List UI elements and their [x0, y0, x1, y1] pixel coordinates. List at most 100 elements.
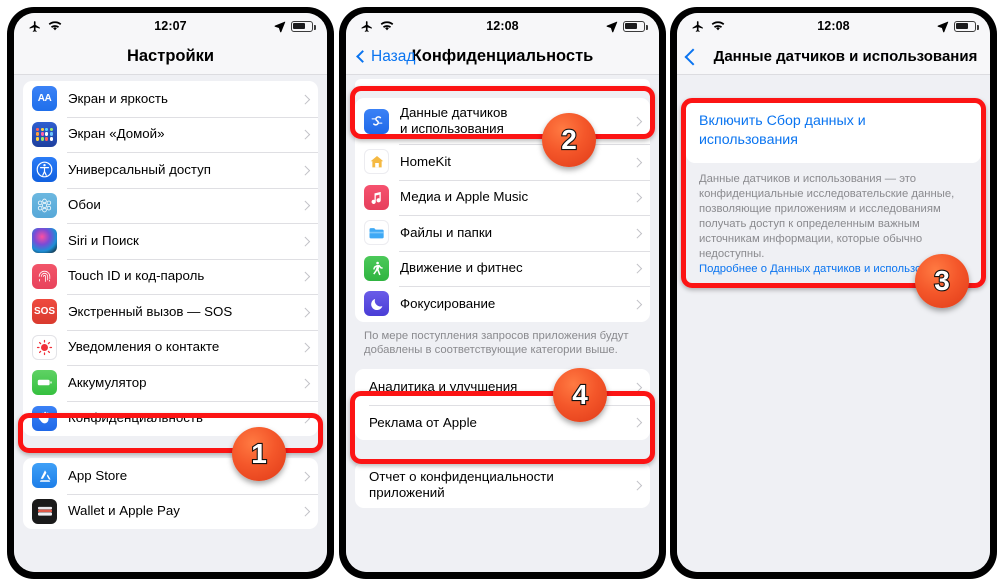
chevron-right-icon — [632, 382, 642, 392]
row-label: Движение и фитнес — [400, 260, 523, 276]
sidebar-item-contact-notification[interactable]: Уведомления о контакте — [23, 329, 318, 366]
battery-icon — [954, 20, 979, 32]
wallet-icon — [32, 498, 57, 524]
home-screen-icon — [32, 121, 57, 147]
chevron-right-icon — [632, 228, 642, 238]
back-label: Назад — [371, 47, 416, 65]
sidebar-item-accessibility[interactable]: Универсальный доступ — [23, 152, 318, 188]
chevron-right-icon — [300, 236, 310, 246]
screen-settings: 12:07 Настройки AA Экран и яркость Экран… — [14, 13, 327, 572]
page-title: Настройки — [126, 47, 215, 65]
badge-number: 1 — [250, 438, 268, 469]
badge-number: 4 — [571, 379, 589, 410]
wallpaper-icon — [32, 192, 57, 218]
media-music-icon — [364, 184, 389, 210]
focus-icon — [364, 291, 389, 317]
status-bar: 12:08 — [677, 13, 990, 39]
siri-icon — [32, 228, 57, 254]
nav-bar-privacy: Назад Конфиденциальность — [346, 39, 659, 75]
settings-list[interactable]: AA Экран и яркость Экран «Домой» Универс… — [14, 75, 327, 572]
sensor-usage-icon — [364, 108, 389, 134]
sos-icon: SOS — [32, 299, 57, 325]
step-badge-1: 1 — [232, 427, 286, 481]
row-label: Обои — [68, 197, 101, 213]
display-brightness-icon: AA — [32, 86, 57, 112]
settings-group-1: AA Экран и яркость Экран «Домой» Универс… — [23, 81, 318, 436]
list-item-sensor-usage[interactable]: Данные датчиков и использования — [355, 98, 650, 144]
chevron-right-icon — [300, 378, 310, 388]
status-bar-time: 12:07 — [154, 19, 187, 33]
privacy-group-2: Аналитика и улучшения Реклама от Apple — [355, 369, 650, 441]
row-label: Wallet и Apple Pay — [68, 503, 180, 519]
sidebar-item-sos[interactable]: SOS Экстренный вызов — SOS — [23, 294, 318, 330]
chevron-right-icon — [300, 129, 310, 139]
phone-frame-privacy: 12:08 Назад Конфиденциальность Данные да… — [340, 8, 665, 578]
screen-privacy: 12:08 Назад Конфиденциальность Данные да… — [346, 13, 659, 572]
badge-number: 2 — [560, 124, 578, 155]
chevron-right-icon — [300, 165, 310, 175]
list-item-files-folders[interactable]: Файлы и папки — [355, 215, 650, 251]
app-store-icon — [32, 463, 57, 489]
chevron-right-icon — [300, 200, 310, 210]
motion-fitness-icon — [364, 255, 389, 281]
files-folders-icon — [364, 220, 389, 246]
sidebar-item-touch-id[interactable]: Touch ID и код-пароль — [23, 258, 318, 295]
chevron-left-icon — [684, 48, 702, 65]
battery-settings-icon — [32, 370, 57, 396]
status-bar: 12:07 — [14, 13, 327, 39]
chevron-right-icon — [300, 413, 310, 423]
row-label: Фокусирование — [400, 295, 496, 311]
row-label: Аккумулятор — [68, 374, 147, 390]
sidebar-item-display[interactable]: AA Экран и яркость — [23, 81, 318, 117]
list-item-apple-ads[interactable]: Реклама от Apple — [355, 404, 650, 441]
list-item-media-music[interactable]: Медиа и Apple Music — [355, 179, 650, 216]
chevron-right-icon — [300, 506, 310, 516]
chevron-right-icon — [300, 342, 310, 352]
status-bar: 12:08 — [346, 13, 659, 39]
chevron-right-icon — [632, 116, 642, 126]
sidebar-item-home-screen[interactable]: Экран «Домой» — [23, 116, 318, 153]
enable-collection-link[interactable]: Включить Сбор данных и использования — [699, 112, 968, 150]
privacy-group-1: Данные датчиков и использования HomeKit — [355, 98, 650, 322]
row-label: Экран и яркость — [68, 90, 168, 106]
nav-bar-sensor-usage: Данные датчиков и использования — [677, 39, 990, 75]
badge-number: 3 — [933, 265, 951, 296]
chevron-right-icon — [300, 94, 310, 104]
list-item-motion-fitness[interactable]: Движение и фитнес — [355, 250, 650, 287]
sensor-usage-description: Данные датчиков и использования — это ко… — [699, 172, 955, 260]
sidebar-item-battery[interactable]: Аккумулятор — [23, 365, 318, 401]
sensor-usage-content: Включить Сбор данных и использования Дан… — [677, 75, 990, 572]
privacy-group-3: Отчет о конфиденциальности приложений — [355, 462, 650, 509]
chevron-right-icon — [632, 299, 642, 309]
chevron-right-icon — [632, 418, 642, 428]
row-label: Медиа и Apple Music — [400, 189, 529, 205]
row-label: Уведомления о контакте — [68, 339, 220, 355]
chevron-right-icon — [632, 157, 642, 167]
row-label: Экран «Домой» — [68, 126, 165, 142]
list-item-focus[interactable]: Фокусирование — [355, 286, 650, 322]
touch-id-icon — [32, 263, 57, 289]
back-button[interactable]: Назад — [356, 47, 416, 66]
list-item-app-privacy-report[interactable]: Отчет о конфиденциальности приложений — [355, 462, 650, 508]
back-button[interactable] — [684, 48, 702, 65]
step-badge-3: 3 — [915, 254, 969, 308]
phone-frame-settings: 12:07 Настройки AA Экран и яркость Экран… — [8, 8, 333, 578]
sidebar-item-siri[interactable]: Siri и Поиск — [23, 223, 318, 259]
privacy-list[interactable]: Данные датчиков и использования HomeKit — [346, 75, 659, 572]
row-label: Универсальный доступ — [68, 161, 211, 177]
list-item-homekit[interactable]: HomeKit — [355, 144, 650, 180]
battery-icon — [291, 20, 316, 32]
chevron-right-icon — [300, 307, 310, 317]
page-title: Данные датчиков и использования — [713, 48, 978, 65]
chevron-left-icon — [356, 50, 369, 63]
row-label: Touch ID и код-пароль — [68, 268, 205, 284]
sidebar-item-wallpaper[interactable]: Обои — [23, 187, 318, 224]
sidebar-item-wallet[interactable]: Wallet и Apple Pay — [23, 493, 318, 530]
chevron-right-icon — [632, 480, 642, 491]
row-label: HomeKit — [400, 153, 451, 169]
homekit-icon — [364, 149, 389, 175]
step-badge-2: 2 — [542, 113, 596, 167]
row-label: Отчет о конфиденциальности приложений — [369, 469, 554, 501]
screenshot-stage: 12:07 Настройки AA Экран и яркость Экран… — [0, 0, 1000, 585]
chevron-right-icon — [300, 471, 310, 481]
